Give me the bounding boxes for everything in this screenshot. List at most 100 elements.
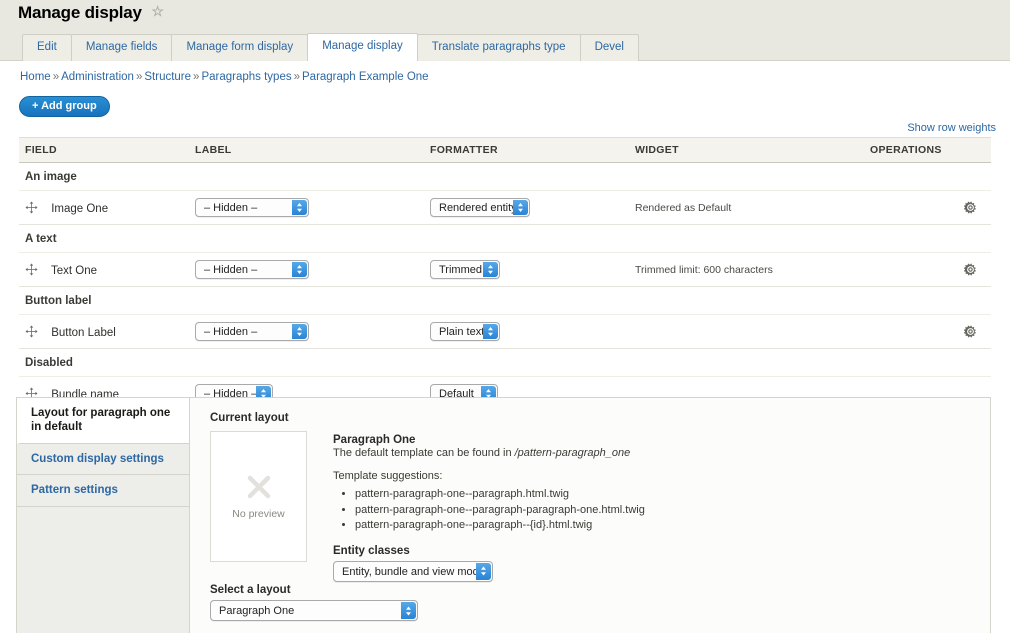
page-title: Manage display ☆ — [18, 3, 164, 23]
widget-summary: Trimmed limit: 600 characters — [629, 252, 864, 287]
widget-summary: Rendered as Default — [629, 190, 864, 225]
table-group-row: An image — [19, 162, 991, 191]
widget-summary — [629, 314, 864, 349]
chevron-updown-icon — [401, 602, 416, 619]
drag-handle-icon[interactable] — [25, 263, 38, 276]
gear-icon[interactable] — [964, 263, 977, 276]
template-suggestions-list: pattern-paragraph-one--paragraph.html.tw… — [333, 487, 645, 534]
star-outline-icon[interactable]: ☆ — [151, 3, 164, 20]
breadcrumb-separator: » — [52, 71, 60, 83]
tab-label: Manage fields — [85, 41, 158, 54]
vertical-tab-layout[interactable]: Layout for paragraph one in default — [17, 398, 189, 444]
layout-preview-box: No preview — [210, 431, 307, 562]
vertical-tab-label: Custom display settings — [31, 452, 164, 465]
list-item: pattern-paragraph-one--paragraph--{id}.h… — [355, 518, 645, 534]
formatter-select[interactable]: Plain text — [430, 322, 500, 341]
vertical-tab-pattern-settings[interactable]: Pattern settings — [17, 475, 189, 507]
list-item: pattern-paragraph-one--paragraph-paragra… — [355, 503, 645, 519]
entity-classes-select-value: Entity, bundle and view mode — [342, 565, 485, 578]
label-cell: – Hidden – — [189, 190, 424, 225]
breadcrumb-item-administration[interactable]: Administration — [61, 71, 134, 83]
operations-cell — [864, 252, 991, 287]
formatter-select[interactable]: Trimmed — [430, 260, 500, 279]
tab-translate-paragraphs-type[interactable]: Translate paragraphs type — [416, 34, 581, 61]
tab-label: Translate paragraphs type — [431, 41, 566, 54]
column-header-widget: WIDGET — [629, 137, 864, 163]
column-header-formatter: FORMATTER — [424, 137, 629, 163]
tab-edit[interactable]: Edit — [22, 34, 72, 61]
x-placeholder-icon — [246, 474, 272, 500]
formatter-cell: Rendered entity — [424, 190, 629, 225]
column-header-operations: OPERATIONS — [864, 137, 991, 163]
breadcrumb-item-structure[interactable]: Structure — [144, 71, 191, 83]
operations-cell — [864, 314, 991, 349]
operations-cell — [864, 190, 991, 225]
group-label: Disabled — [19, 348, 991, 377]
formatter-cell: Plain text — [424, 314, 629, 349]
layout-template-prefix: The default template can be found in — [333, 447, 515, 459]
table-body: An image Image One – Hidden – Rendered e… — [19, 162, 991, 411]
chevron-updown-icon — [292, 262, 307, 277]
tab-manage-fields[interactable]: Manage fields — [70, 34, 173, 61]
chevron-updown-icon — [476, 562, 491, 580]
page-title-text: Manage display — [18, 3, 142, 22]
tab-label: Manage display — [322, 40, 403, 53]
table-row: Button Label – Hidden – Plain text — [19, 314, 991, 349]
breadcrumb-item-home[interactable]: Home — [20, 71, 51, 83]
group-label: A text — [19, 224, 991, 253]
select-layout-block: Select a layout Paragraph One — [210, 584, 418, 621]
vertical-tab-custom-display-settings[interactable]: Custom display settings — [17, 443, 189, 476]
breadcrumb-separator: » — [135, 71, 143, 83]
label-cell: – Hidden – — [189, 314, 424, 349]
layout-preview-caption: No preview — [232, 507, 285, 520]
primary-tabs: Edit Manage fields Manage form display M… — [22, 33, 639, 61]
formatter-cell: Trimmed — [424, 252, 629, 287]
add-group-button[interactable]: + Add group — [19, 96, 110, 118]
gear-icon[interactable] — [964, 201, 977, 214]
template-suggestions-title: Template suggestions: — [333, 470, 443, 482]
vertical-tab-label: Layout for paragraph one in default — [31, 407, 171, 434]
label-cell: – Hidden – — [189, 252, 424, 287]
tab-devel[interactable]: Devel — [579, 34, 639, 61]
breadcrumb-separator: » — [193, 71, 200, 83]
drag-handle-icon[interactable] — [25, 201, 38, 214]
breadcrumb-item-paragraph-example-one[interactable]: Paragraph Example One — [302, 71, 429, 83]
field-name: Image One — [51, 202, 109, 215]
select-layout-label: Select a layout — [210, 584, 291, 596]
field-name: Text One — [51, 264, 98, 277]
group-label: Button label — [19, 286, 991, 315]
chevron-updown-icon — [292, 324, 307, 339]
layout-template-description: The default template can be found in /pa… — [333, 447, 645, 459]
field-name-cell: Image One — [19, 190, 189, 225]
entity-classes-select[interactable]: Entity, bundle and view mode — [333, 560, 493, 582]
show-row-weights-link[interactable]: Show row weights — [907, 122, 996, 134]
label-display-select[interactable]: – Hidden – — [195, 198, 309, 217]
label-display-select[interactable]: – Hidden – — [195, 260, 309, 279]
breadcrumb: Home» Administration» Structure» Paragraphs… — [20, 71, 429, 83]
formatter-select[interactable]: Rendered entity — [430, 198, 530, 217]
tab-label: Manage form display — [186, 41, 294, 54]
tab-manage-form-display[interactable]: Manage form display — [171, 34, 309, 61]
entity-classes-label: Entity classes — [333, 544, 410, 557]
vertical-tabs-panel: Layout for paragraph one in default Cust… — [16, 397, 991, 633]
label-display-select[interactable]: – Hidden – — [195, 322, 309, 341]
vertical-tabs-menu: Layout for paragraph one in default Cust… — [17, 398, 190, 633]
breadcrumb-item-paragraphs-types[interactable]: Paragraphs types — [201, 71, 291, 83]
vertical-tabs-content: Current layout No preview Paragraph One … — [190, 398, 990, 633]
column-header-label: LABEL — [189, 137, 424, 163]
select-layout-select[interactable]: Paragraph One — [210, 600, 418, 621]
layout-template-path: /pattern-paragraph_one — [514, 447, 631, 459]
gear-icon[interactable] — [964, 325, 977, 338]
tab-manage-display[interactable]: Manage display — [307, 33, 418, 61]
current-layout-body: No preview Paragraph One The default tem… — [210, 431, 972, 582]
select-layout-value: Paragraph One — [219, 605, 295, 617]
drag-handle-icon[interactable] — [25, 325, 38, 338]
table-header-row: FIELD LABEL FORMATTER WIDGET OPERATIONS — [19, 137, 991, 163]
field-name: Button Label — [51, 326, 116, 339]
column-header-field: FIELD — [19, 137, 189, 163]
field-display-table: FIELD LABEL FORMATTER WIDGET OPERATIONS … — [19, 137, 991, 411]
chevron-updown-icon — [483, 324, 498, 339]
table-row: Image One – Hidden – Rendered entity Ren… — [19, 190, 991, 225]
table-head: FIELD LABEL FORMATTER WIDGET OPERATIONS — [19, 137, 991, 163]
group-label: An image — [19, 162, 991, 191]
